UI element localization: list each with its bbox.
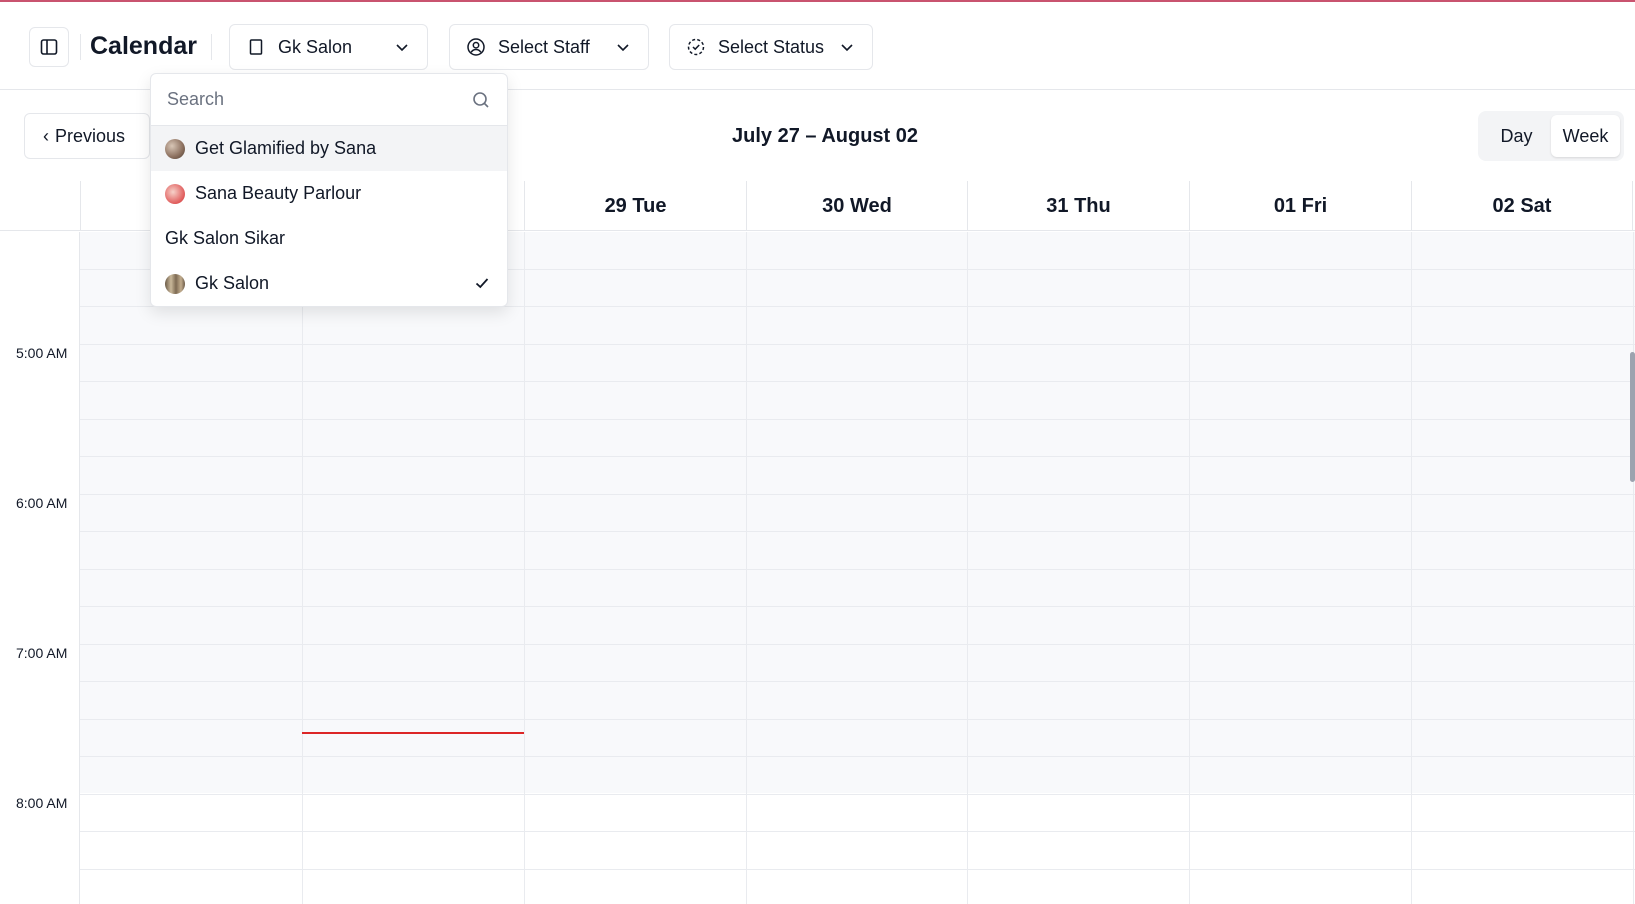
view-week-button[interactable]: Week bbox=[1551, 115, 1620, 157]
grid-day-divider bbox=[1633, 232, 1634, 904]
grid-slot-line bbox=[80, 644, 1635, 645]
staff-dropdown[interactable]: Select Staff bbox=[449, 24, 649, 70]
day-column-header[interactable]: 02 Sat bbox=[1411, 181, 1633, 231]
user-circle-icon bbox=[466, 37, 486, 57]
chevron-down-icon bbox=[841, 44, 853, 52]
check-icon bbox=[475, 278, 489, 289]
chevron-down-icon bbox=[617, 44, 629, 52]
grid-slot-line bbox=[80, 569, 1635, 570]
status-dropdown-label: Select Status bbox=[718, 36, 825, 57]
time-axis-line bbox=[79, 232, 80, 904]
dashed-circle-check-icon bbox=[686, 37, 706, 57]
day-column-header[interactable]: 01 Fri bbox=[1189, 181, 1411, 231]
status-dropdown[interactable]: Select Status bbox=[669, 24, 873, 70]
chevron-down-icon bbox=[396, 44, 408, 52]
grid-slot-line bbox=[80, 606, 1635, 607]
grid-day-divider bbox=[1411, 232, 1412, 904]
search-icon bbox=[473, 92, 489, 108]
location-avatar bbox=[165, 273, 185, 294]
location-dropdown-value: Gk Salon bbox=[278, 36, 353, 57]
grid-slot-line bbox=[80, 794, 1635, 795]
grid-slot-line bbox=[80, 681, 1635, 682]
time-label: 5:00 AM bbox=[16, 345, 68, 361]
grid-slot-line bbox=[80, 756, 1635, 757]
previous-button-label: Previous bbox=[55, 125, 126, 146]
sidebar-panel-icon bbox=[40, 39, 58, 55]
staff-dropdown-label: Select Staff bbox=[498, 36, 590, 57]
grid-day-divider bbox=[746, 232, 747, 904]
grid-slot-line bbox=[80, 419, 1635, 420]
header-divider bbox=[80, 34, 81, 60]
calendar-grid: 5:00 AM 6:00 AM 7:00 AM 8:00 AM bbox=[0, 232, 1635, 904]
grid-slot-line bbox=[80, 831, 1635, 832]
chevron-left-icon: ‹ bbox=[43, 125, 49, 146]
grid-slot-line bbox=[80, 869, 1635, 870]
location-option[interactable]: Gk Salon bbox=[151, 261, 507, 306]
time-slot-grid[interactable] bbox=[80, 232, 1635, 904]
current-time-indicator bbox=[302, 732, 524, 734]
time-label: 8:00 AM bbox=[16, 795, 68, 811]
location-option-label: Gk Salon bbox=[195, 273, 270, 293]
grid-day-divider bbox=[1189, 232, 1190, 904]
location-option-label: Sana Beauty Parlour bbox=[195, 183, 362, 203]
location-dropdown-menu: Get Glamified by Sana Sana Beauty Parlou… bbox=[150, 73, 508, 307]
location-dropdown[interactable]: Gk Salon bbox=[229, 24, 428, 70]
day-column-header[interactable]: 31 Thu bbox=[967, 181, 1189, 231]
location-option-label: Gk Salon Sikar bbox=[165, 228, 286, 248]
location-option-label: Get Glamified by Sana bbox=[195, 138, 377, 158]
location-avatar bbox=[165, 183, 185, 204]
header-divider bbox=[211, 34, 212, 60]
location-option[interactable]: Gk Salon Sikar bbox=[151, 216, 507, 261]
grid-slot-line bbox=[80, 719, 1635, 720]
grid-slot-line bbox=[80, 494, 1635, 495]
page-title: Calendar bbox=[90, 32, 197, 60]
grid-slot-line bbox=[80, 381, 1635, 382]
building-icon bbox=[246, 37, 266, 57]
time-label: 7:00 AM bbox=[16, 645, 68, 661]
day-column-header[interactable]: 30 Wed bbox=[746, 181, 967, 231]
view-day-button[interactable]: Day bbox=[1482, 115, 1551, 157]
location-avatar bbox=[165, 138, 185, 159]
time-label: 6:00 AM bbox=[16, 495, 68, 511]
grid-day-divider bbox=[524, 232, 525, 904]
location-search-box bbox=[151, 74, 507, 126]
grid-slot-line bbox=[80, 531, 1635, 532]
location-option[interactable]: Sana Beauty Parlour bbox=[151, 171, 507, 216]
day-column-header[interactable]: 29 Tue bbox=[524, 181, 746, 231]
date-range-title: July 27 – August 02 bbox=[732, 125, 918, 147]
grid-scrollbar[interactable] bbox=[1630, 352, 1635, 482]
sidebar-toggle-button[interactable] bbox=[29, 27, 69, 67]
grid-slot-line bbox=[80, 344, 1635, 345]
unavailable-hours-shading bbox=[80, 232, 1635, 793]
grid-day-divider bbox=[967, 232, 968, 904]
grid-day-divider bbox=[302, 232, 303, 904]
view-toggle: Day Week bbox=[1478, 111, 1624, 161]
previous-button[interactable]: ‹ Previous bbox=[24, 113, 150, 159]
grid-slot-line bbox=[80, 456, 1635, 457]
location-option[interactable]: Get Glamified by Sana bbox=[151, 126, 507, 171]
location-search-input[interactable] bbox=[167, 79, 457, 120]
